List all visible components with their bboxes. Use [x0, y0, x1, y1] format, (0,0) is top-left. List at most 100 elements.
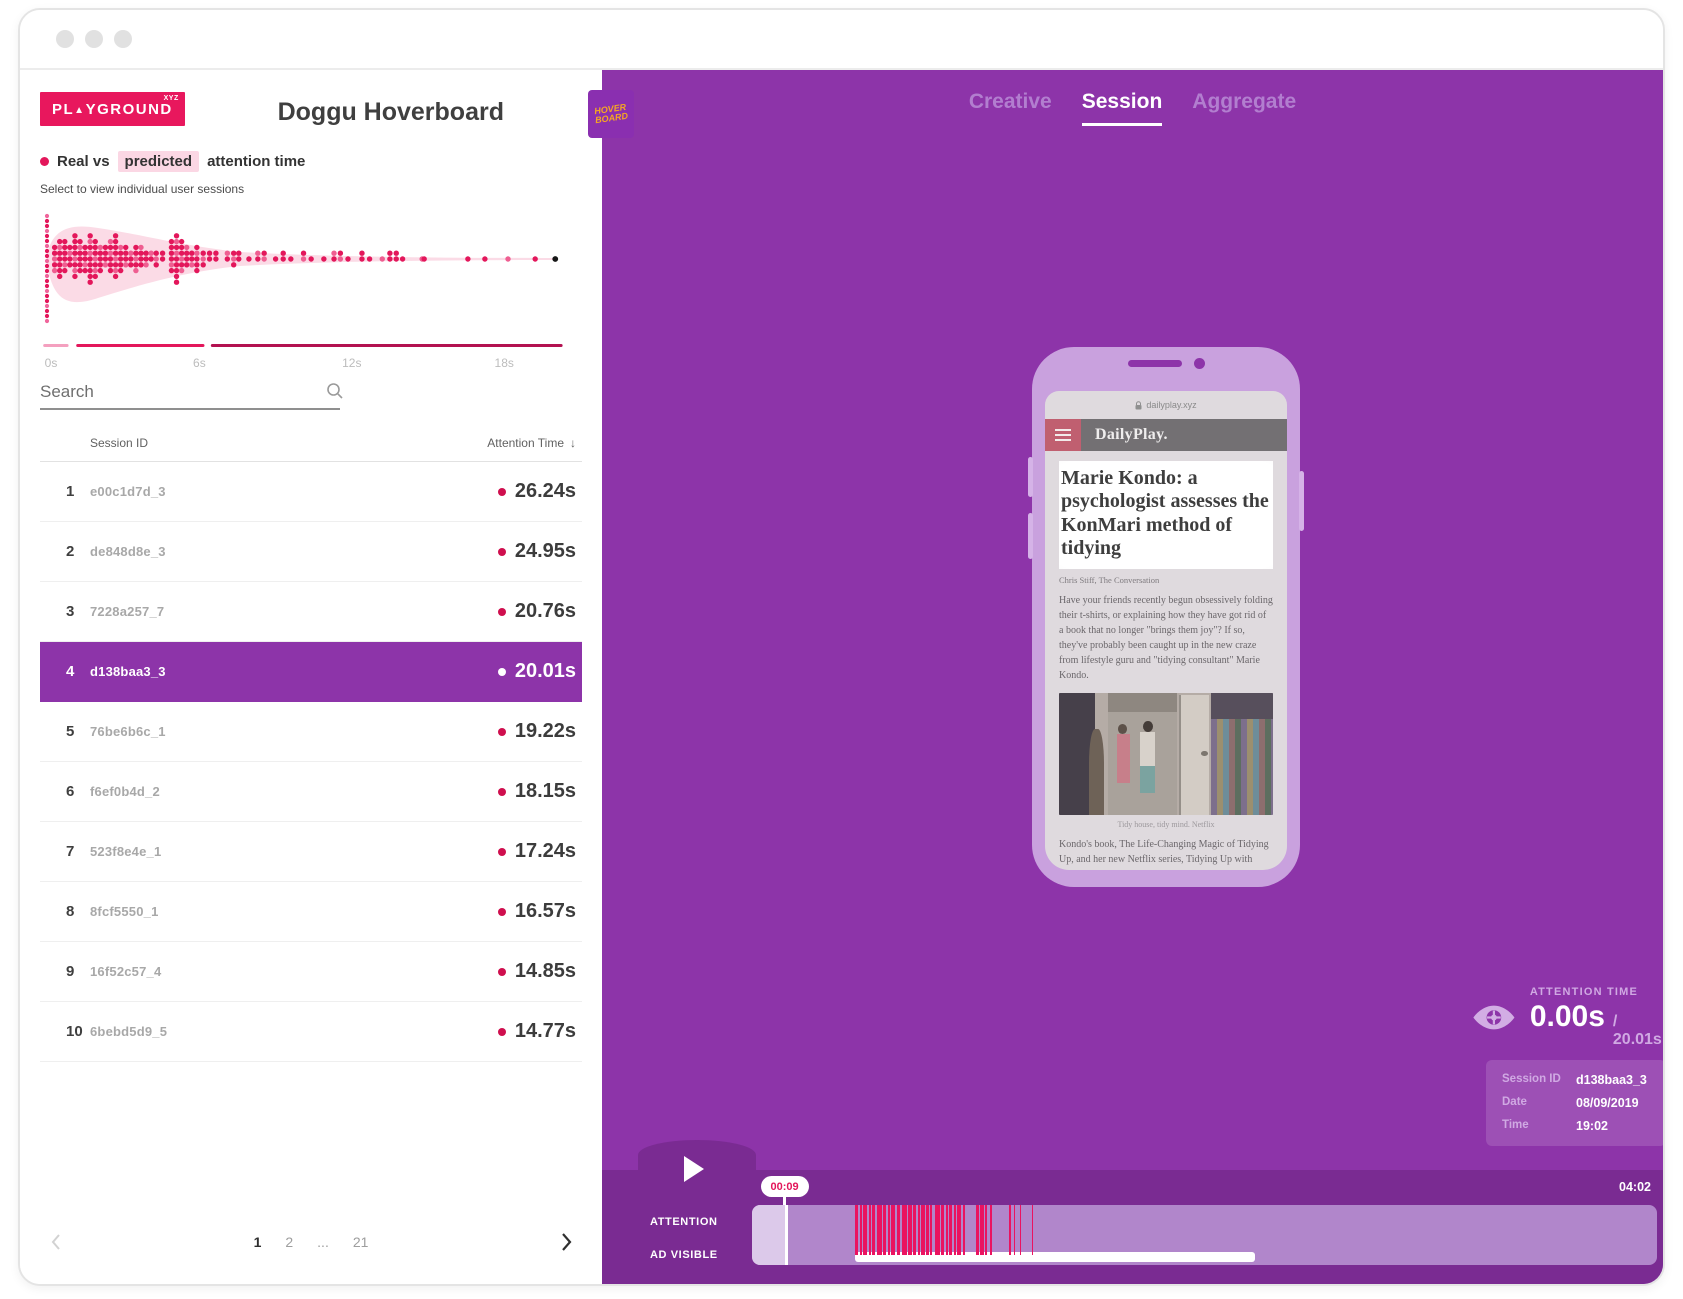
attention-highlight: Marie Kondo: a psychologist assesses the…	[1059, 461, 1273, 569]
row-attention-time: 14.85s	[497, 960, 582, 983]
play-button[interactable]	[684, 1156, 704, 1182]
table-row[interactable]: 7 523f8e4e_1 17.24s	[40, 822, 582, 882]
table-row[interactable]: 10 6bebd5d9_5 14.77s	[40, 1002, 582, 1062]
total-time: 04:02	[1619, 1180, 1651, 1194]
row-rank: 3	[66, 603, 75, 620]
row-attention-time: 20.76s	[497, 600, 582, 623]
browser-url-bar: dailyplay.xyz	[1045, 391, 1287, 419]
attention-stripe	[921, 1205, 926, 1255]
article-headline: Marie Kondo: a psychologist assesses the…	[1061, 467, 1269, 560]
row-session-id: de848d8e_3	[90, 544, 166, 559]
attention-stripe	[975, 1205, 979, 1255]
session-info-rows: Session ID d138baa3_3 Date 08/09/2019 Time 19…	[1502, 1073, 1650, 1133]
url-text: dailyplay.xyz	[1146, 400, 1197, 410]
table-row[interactable]: 3 7228a257_7 20.76s	[40, 582, 582, 642]
attention-total: / 20.01s	[1612, 1013, 1662, 1048]
legend-attention-time: attention time	[207, 152, 306, 170]
attention-time-label: ATTENTION TIME	[1529, 986, 1639, 998]
row-session-id: 6bebd5d9_5	[90, 1024, 168, 1039]
pagination-page-21[interactable]: 21	[353, 1234, 369, 1250]
pagination-page-1[interactable]: 1	[254, 1234, 262, 1250]
attention-dot-icon	[497, 907, 506, 916]
col-session-id[interactable]: Session ID	[90, 436, 148, 450]
pagination: 1 2... 21	[40, 1218, 582, 1266]
article-content: Marie Kondo: a psychologist assesses the…	[1045, 451, 1287, 870]
table-row[interactable]: 4 d138baa3_3 20.01s	[40, 642, 582, 702]
chart-legend: Real vs predicted attention time	[40, 150, 582, 172]
phone-camera-dot	[1194, 358, 1205, 369]
attention-dot-icon	[497, 667, 506, 676]
table-header: Session ID Attention Time ↓	[40, 424, 582, 462]
current-time-tooltip: 00:09	[760, 1176, 809, 1197]
attention-dot-icon	[497, 967, 506, 976]
timeline-bar: 00:09 04:02 ATTENTION AD VISIBLE	[602, 1140, 1663, 1284]
table-row[interactable]: 5 76be6b6c_1 19.22s	[40, 702, 582, 762]
row-session-id: f6ef0b4d_2	[90, 784, 160, 799]
session-info-row: Date 08/09/2019	[1502, 1096, 1639, 1110]
tab-aggregate[interactable]: Aggregate	[1192, 90, 1296, 126]
pagination-ellipsis: ...	[317, 1234, 329, 1250]
row-rank: 9	[66, 963, 75, 980]
table-row[interactable]: 1 e00c1d7d_3 26.24s	[40, 462, 582, 522]
table-row[interactable]: 9 16f52c57_4 14.85s	[40, 942, 582, 1002]
table-row[interactable]: 2 de848d8e_3 24.95s	[40, 522, 582, 582]
attention-stripe	[917, 1205, 920, 1255]
beeswarm-chart[interactable]: 0s 6s 12s 18s	[40, 204, 582, 374]
row-attention-time: 24.95s	[497, 540, 582, 563]
article-paragraph-1: Have your friends recently begun obsessi…	[1059, 594, 1273, 681]
session-table-body: 1 e00c1d7d_3 26.24s 2 de848d8e_3 24.95s 3 7228a…	[40, 462, 582, 1062]
row-attention-time: 14.77s	[497, 1020, 582, 1043]
row-attention-time: 20.01s	[497, 660, 582, 683]
attention-stripe	[985, 1205, 988, 1255]
attention-stripe	[949, 1205, 953, 1255]
row-session-id: 76be6b6c_1	[90, 724, 166, 739]
attention-stripe	[1013, 1205, 1015, 1255]
window-titlebar	[20, 10, 1663, 70]
attention-stripe	[957, 1205, 962, 1255]
attention-track[interactable]	[752, 1205, 1657, 1265]
chevron-left-icon[interactable]	[48, 1232, 64, 1252]
row-session-id: 8fcf5550_1	[90, 904, 159, 919]
attention-stripe	[962, 1205, 965, 1255]
attention-stripe	[872, 1205, 876, 1255]
row-rank: 2	[66, 543, 75, 560]
session-info-box: Session ID d138baa3_3 Date 08/09/2019 Time 19…	[1486, 1060, 1663, 1146]
lock-icon	[1135, 400, 1142, 409]
attention-stripe	[941, 1205, 945, 1255]
chevron-right-icon[interactable]	[558, 1231, 574, 1253]
attention-stripe	[883, 1205, 887, 1255]
svg-text:18s: 18s	[495, 356, 514, 370]
hoverboard-creative-badge: HOVER BOARD	[588, 90, 634, 138]
playhead[interactable]	[784, 1205, 788, 1265]
row-rank: 5	[66, 723, 75, 740]
logo-sup: XYZ	[163, 95, 179, 102]
tab-session[interactable]: Session	[1081, 90, 1163, 126]
attention-stripe	[980, 1205, 985, 1255]
attention-readout: ATTENTION TIME 0.00s / 20.01s	[1472, 986, 1663, 1049]
table-row[interactable]: 8 8fcf5550_1 16.57s	[40, 882, 582, 942]
traffic-light-dots[interactable]	[56, 30, 132, 48]
attention-stripe	[896, 1205, 900, 1255]
logo-text-pre: PL	[52, 101, 75, 118]
search-input[interactable]	[40, 378, 340, 410]
attention-stripe	[934, 1205, 940, 1255]
attention-stripe	[925, 1205, 929, 1255]
pagination-pages: 1 2... 21	[64, 1234, 558, 1250]
attention-stripe	[945, 1205, 948, 1255]
view-tabs: Creative Session Aggregate	[602, 90, 1663, 126]
session-info-row: Session ID d138baa3_3	[1502, 1073, 1647, 1087]
tab-creative[interactable]: Creative	[969, 90, 1052, 126]
article-image	[1059, 692, 1273, 815]
table-row[interactable]: 6 f6ef0b4d_2 18.15s	[40, 762, 582, 822]
sort-desc-icon[interactable]: ↓	[570, 436, 576, 450]
pagination-page-2[interactable]: 2	[285, 1234, 293, 1250]
phone-screen: dailyplay.xyz DailyPlay. Marie Kondo: a …	[1045, 391, 1287, 870]
svg-text:12s: 12s	[342, 356, 361, 370]
attention-stripe	[1009, 1205, 1012, 1255]
site-name: DailyPlay.	[1095, 426, 1168, 443]
legend-predicted[interactable]: predicted	[117, 150, 200, 172]
svg-text:6s: 6s	[193, 356, 206, 370]
eye-icon	[1473, 1005, 1515, 1030]
svg-text:0s: 0s	[45, 356, 58, 370]
col-attention-time[interactable]: Attention Time ↓	[487, 436, 582, 450]
